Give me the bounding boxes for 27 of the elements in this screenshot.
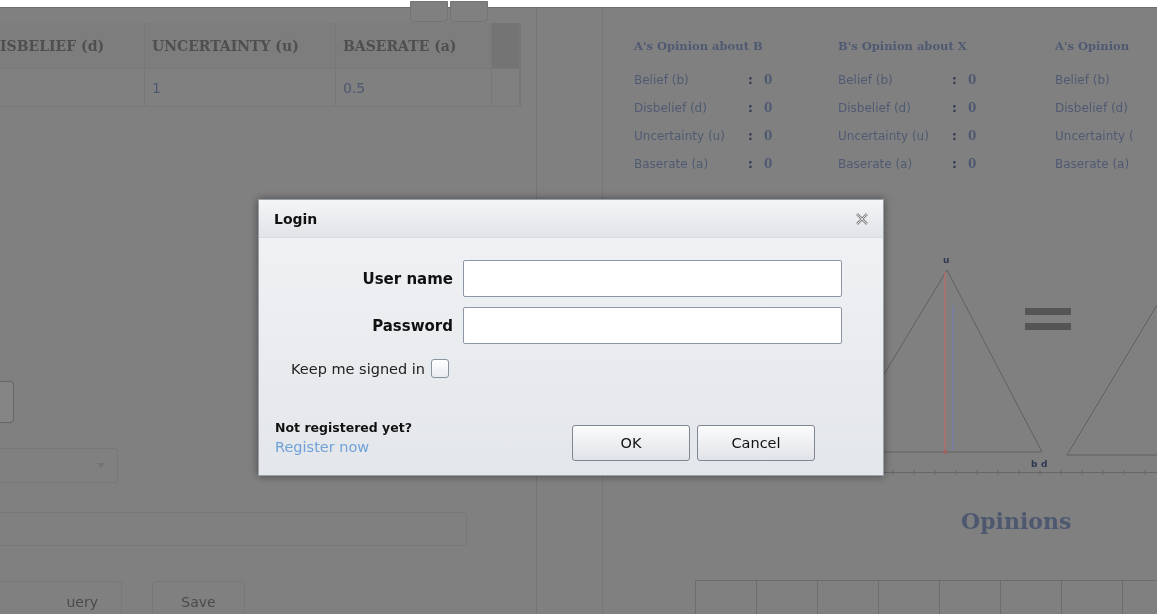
vertex-label: b (1031, 459, 1038, 469)
tab-button[interactable] (450, 1, 488, 22)
colon-separator: : (748, 73, 754, 87)
colon-separator: : (748, 129, 754, 143)
register-prompt: Not registered yet? (275, 420, 412, 435)
checkbox-label: Keep me signed in (291, 360, 426, 377)
equals-icon (1025, 308, 1071, 330)
tab-button[interactable] (410, 1, 448, 22)
close-icon[interactable] (855, 211, 869, 226)
cancel-button[interactable]: Cancel (697, 425, 815, 461)
colon-separator: : (952, 157, 958, 171)
ok-button[interactable]: OK (572, 425, 690, 461)
colon-separator: : (748, 157, 754, 171)
colon-separator: : (952, 129, 958, 143)
password-field[interactable] (463, 307, 842, 344)
register-link[interactable]: Register now (275, 439, 412, 455)
dialog-title: Login (274, 210, 318, 227)
colon-separator: : (952, 73, 958, 87)
input-field[interactable] (0, 381, 14, 423)
colon-separator: : (952, 101, 958, 115)
username-field[interactable] (463, 260, 842, 297)
vertex-label: u (943, 255, 950, 265)
colon-separator: : (748, 101, 754, 115)
field-label: User name (362, 269, 453, 288)
checkbox[interactable] (431, 359, 450, 378)
field-label: Password (372, 316, 453, 335)
vertex-label: d (1041, 459, 1048, 469)
